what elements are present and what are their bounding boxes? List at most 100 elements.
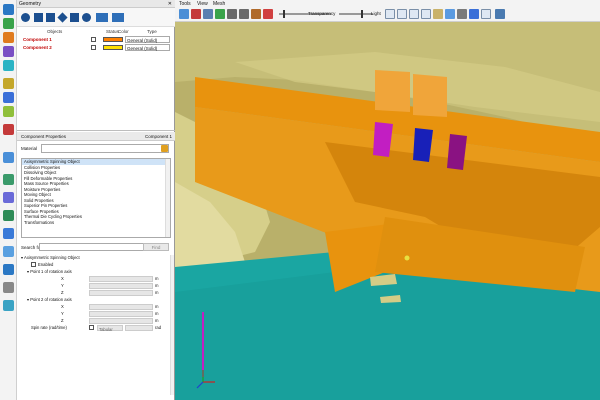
cone-icon[interactable] <box>57 12 68 23</box>
mesh-view-icon[interactable] <box>469 9 479 19</box>
col-color: Color <box>118 29 129 34</box>
camera-icon[interactable] <box>445 9 455 19</box>
status-checkbox[interactable] <box>91 45 96 50</box>
stl-icon[interactable] <box>96 13 108 22</box>
material-label: Material <box>21 146 38 151</box>
search-input[interactable] <box>39 243 159 251</box>
top-toolbar: Tools View Mesh Transparency Light <box>175 0 600 22</box>
coord-label: Z <box>61 290 64 295</box>
color-swatch[interactable] <box>103 37 123 42</box>
p2-z-row: Zm <box>21 317 171 324</box>
eye-icon[interactable] <box>433 9 443 19</box>
analyze-icon[interactable] <box>3 124 14 135</box>
fluids-icon[interactable] <box>3 46 14 57</box>
reset-icon[interactable] <box>191 9 201 19</box>
menu-tools[interactable]: Tools <box>179 1 191 7</box>
split-icon[interactable] <box>3 246 14 257</box>
chart-icon[interactable] <box>3 192 14 203</box>
mesh-icon[interactable] <box>3 18 14 29</box>
panel-scrollbar[interactable] <box>170 255 174 395</box>
vector-icon[interactable] <box>3 264 14 275</box>
open-icon[interactable] <box>179 9 189 19</box>
probe-icon[interactable] <box>3 228 14 239</box>
spin-unit: rad <box>155 325 162 330</box>
add-component-icon[interactable] <box>21 13 30 22</box>
edge-icon[interactable] <box>481 9 491 19</box>
numerics-icon[interactable] <box>3 92 14 103</box>
flow-icon[interactable] <box>3 300 14 311</box>
transparency-thumb[interactable] <box>283 10 285 18</box>
tree-header-label: Axisymmetric Spinning Object <box>24 255 80 260</box>
export-icon[interactable] <box>215 9 225 19</box>
save-icon[interactable] <box>203 9 213 19</box>
view-yz-icon[interactable] <box>397 9 407 19</box>
geometry-icon[interactable] <box>3 4 14 15</box>
contour-icon[interactable] <box>3 174 14 185</box>
menu-view[interactable]: View <box>197 1 208 7</box>
intake-tower-right <box>413 74 447 117</box>
unit-label: m <box>155 290 159 295</box>
undo-icon[interactable] <box>227 9 237 19</box>
coord-label: X <box>61 304 64 309</box>
p1-x-row: Xm <box>21 275 171 282</box>
material-icon[interactable] <box>251 9 261 19</box>
box-icon[interactable] <box>34 13 43 22</box>
particles-icon[interactable] <box>3 282 14 293</box>
unit-label: m <box>155 276 159 281</box>
coord-label: X <box>61 276 64 281</box>
col-type: Type <box>147 29 157 34</box>
globe-icon[interactable] <box>3 210 14 221</box>
boundaries-icon[interactable] <box>3 106 14 117</box>
enabled-checkbox[interactable] <box>31 262 36 268</box>
ruler-icon[interactable] <box>457 9 467 19</box>
enabled-row[interactable]: Enabled <box>21 261 171 268</box>
properties-header: Component Properties Component 1 <box>17 132 175 141</box>
component-row-1[interactable]: Component 1 General (Solid) <box>19 36 173 43</box>
sphere-icon[interactable] <box>82 13 91 22</box>
physics-icon[interactable] <box>3 32 14 43</box>
view-xy-icon[interactable] <box>385 9 395 19</box>
col-status: Status <box>106 29 119 34</box>
menu-mesh[interactable]: Mesh <box>213 1 225 7</box>
settings-icon[interactable] <box>495 9 505 19</box>
type-select[interactable]: General (Solid) <box>125 36 170 43</box>
spin-checkbox[interactable] <box>89 325 94 330</box>
raster-icon[interactable] <box>112 13 124 22</box>
divider <box>17 130 175 131</box>
redo-icon[interactable] <box>239 9 249 19</box>
close-icon[interactable]: ✕ <box>168 0 172 8</box>
properties-component: Component 1 <box>144 134 172 139</box>
folder-icon[interactable] <box>161 145 168 152</box>
3d-viewport[interactable] <box>175 22 600 400</box>
output-icon[interactable] <box>3 78 14 89</box>
cylinder-icon[interactable] <box>46 13 55 22</box>
component-row-2[interactable]: Component 2 General (Solid) <box>19 44 173 51</box>
view-xz-icon[interactable] <box>409 9 419 19</box>
list-item[interactable]: Transformations <box>22 220 170 226</box>
display-icon[interactable] <box>3 152 14 163</box>
view-3d-icon[interactable] <box>421 9 431 19</box>
app-window: Geometry ✕ Objects Status Color Type Com… <box>0 0 600 400</box>
probe-point <box>404 255 410 261</box>
tree-header[interactable]: ▾ Axisymmetric Spinning Object <box>21 254 171 261</box>
material-input[interactable] <box>41 144 169 153</box>
light-slider[interactable] <box>339 13 373 15</box>
unit-label: m <box>155 283 159 288</box>
list-scrollbar[interactable] <box>165 159 170 237</box>
color-icon[interactable] <box>263 9 273 19</box>
color-swatch[interactable] <box>103 45 123 50</box>
unit-label: m <box>155 304 159 309</box>
model-setup-icon[interactable] <box>3 60 14 71</box>
geometry-panel: Geometry ✕ Objects Status Color Type Com… <box>17 0 175 400</box>
spin-label: Spin rate (rad/time) <box>31 325 67 330</box>
coord-label: Y <box>61 283 64 288</box>
light-thumb[interactable] <box>361 10 363 18</box>
find-button[interactable]: Find <box>143 243 169 251</box>
unit-label: m <box>155 318 159 323</box>
torus-icon[interactable] <box>70 13 79 22</box>
type-select[interactable]: General (Solid) <box>125 44 170 51</box>
status-checkbox[interactable] <box>91 37 96 42</box>
spin-value-field[interactable] <box>125 325 153 331</box>
spin-row: Spin rate (rad/time) Tabular rad <box>21 324 171 332</box>
spin-mode[interactable]: Tabular <box>97 325 123 332</box>
